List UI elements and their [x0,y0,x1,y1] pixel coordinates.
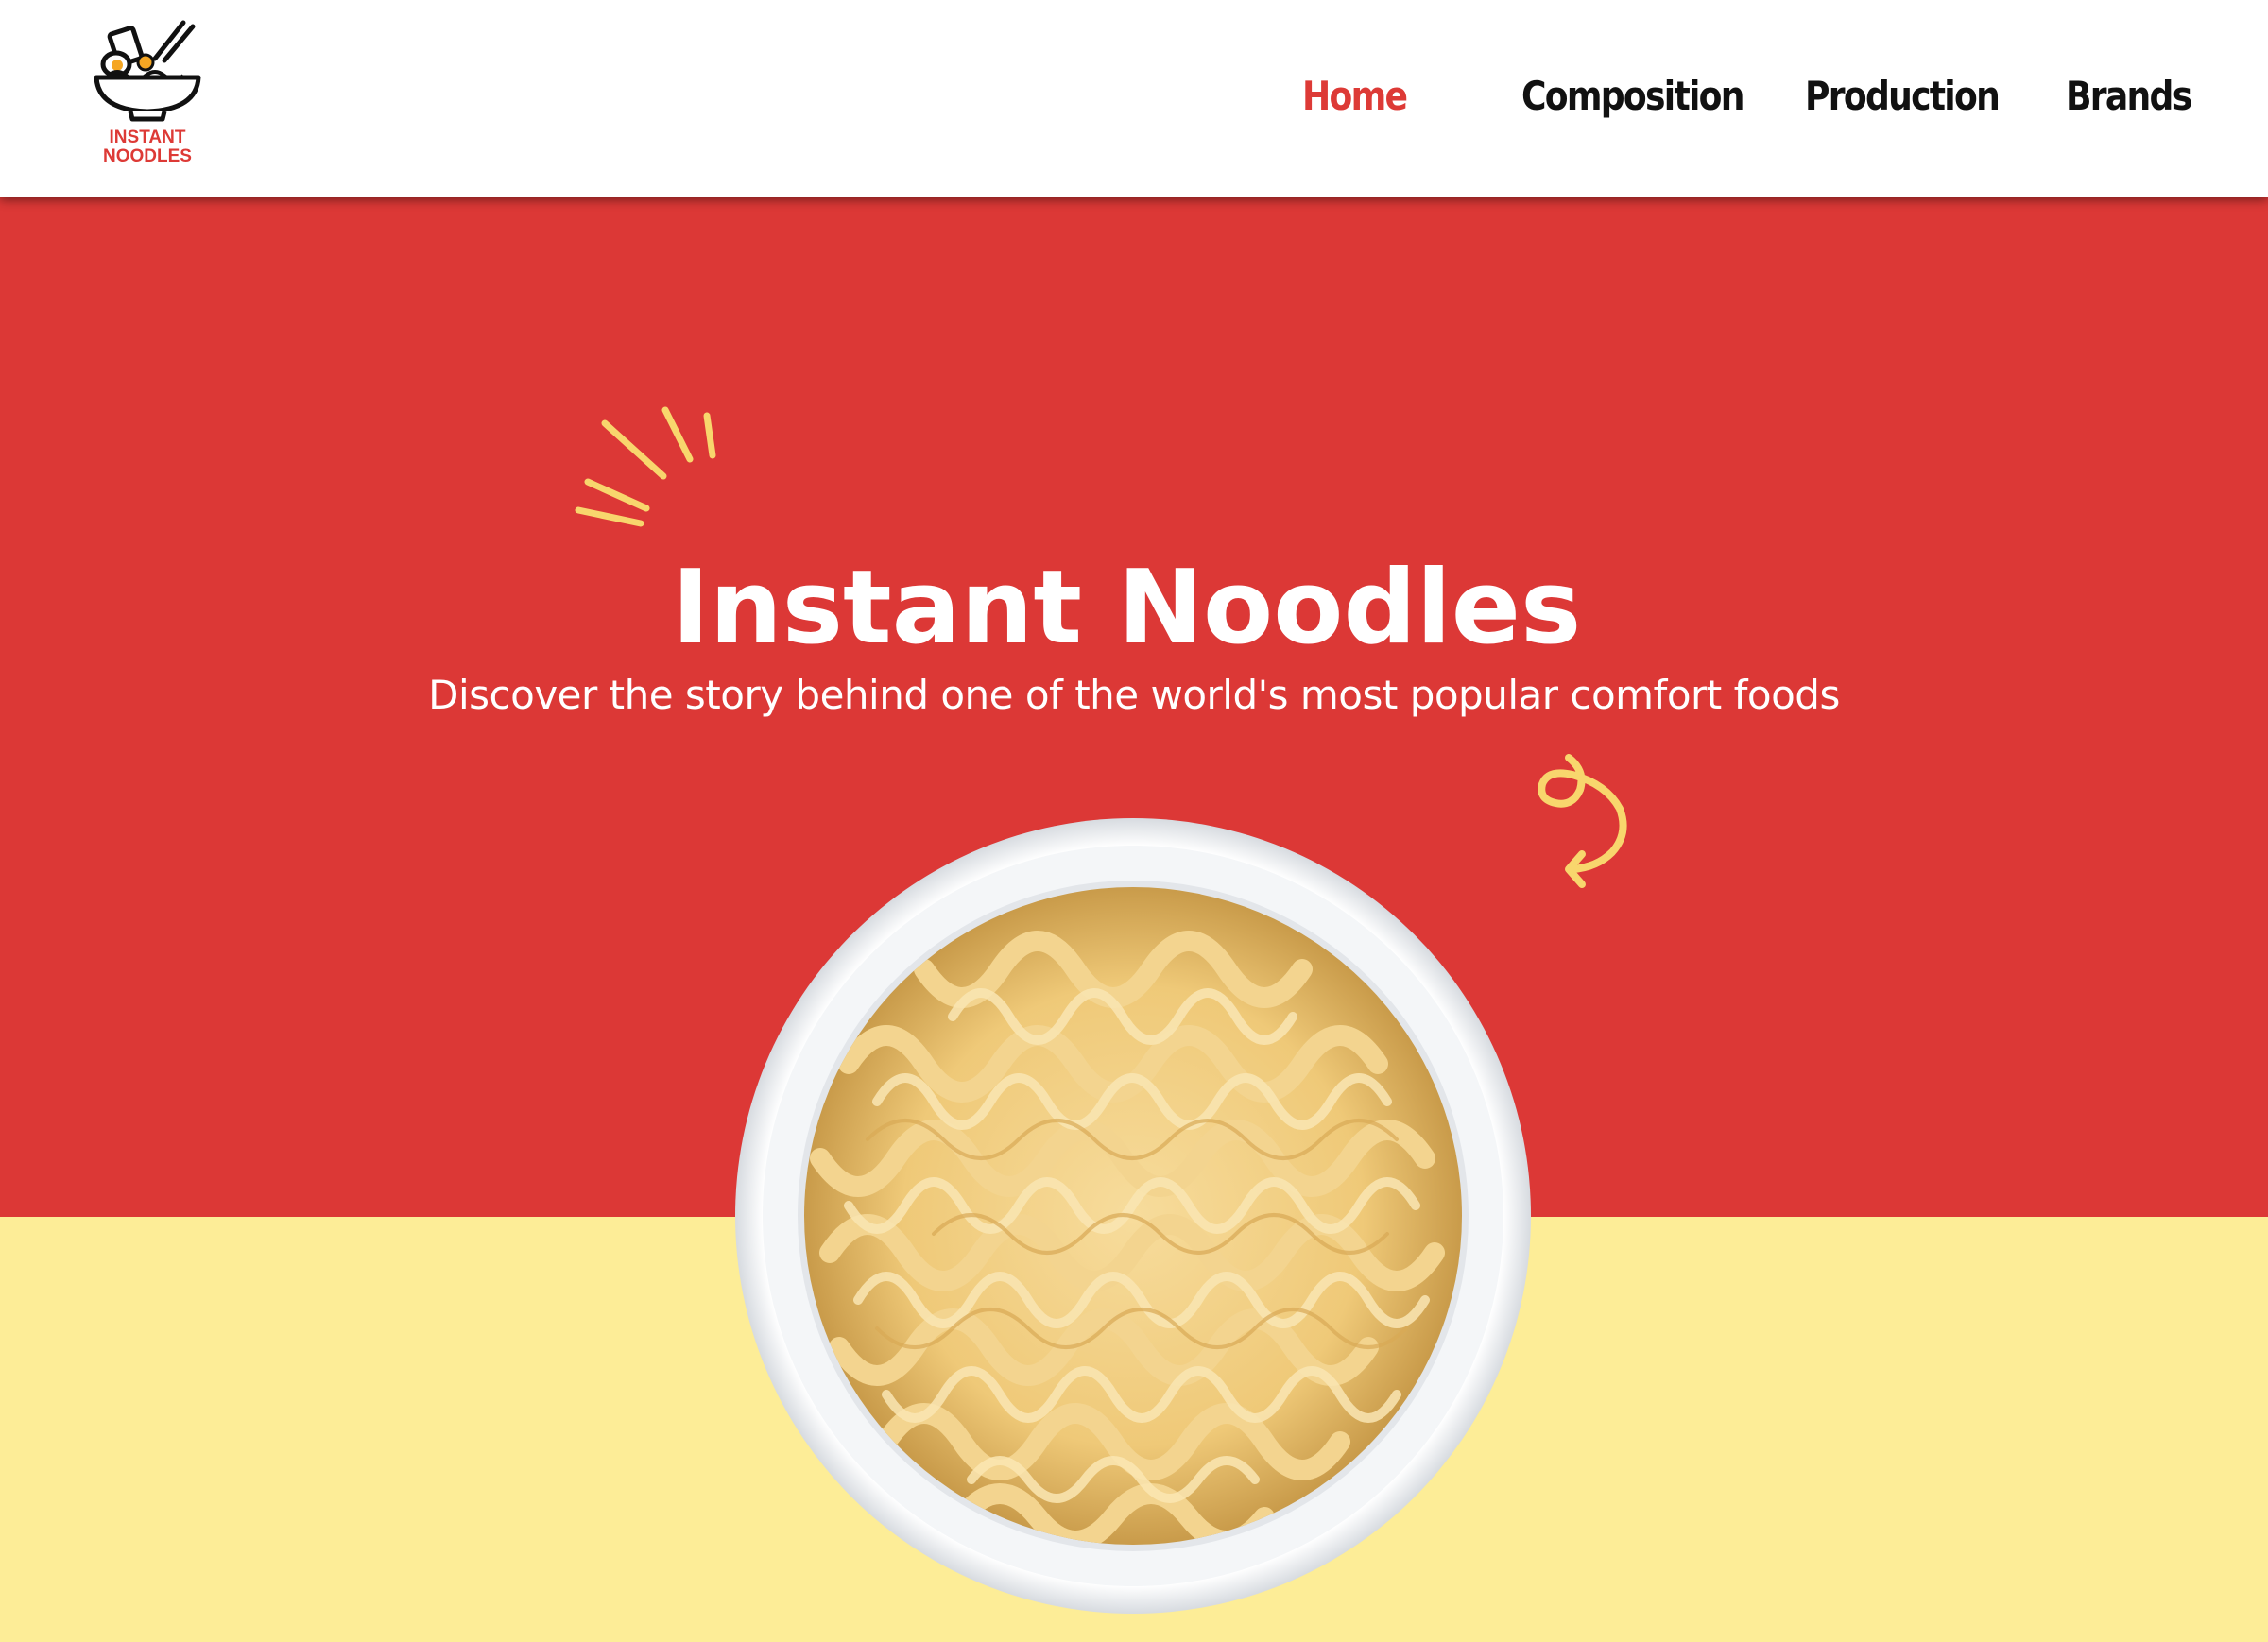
nav-home[interactable]: Home [1302,68,1408,125]
site-header: INSTANT NOODLES Home Composition Product… [0,0,2268,197]
hero-subtitle: Discover the story behind one of the wor… [428,672,1840,718]
noodle-bowl-photo [735,818,1531,1614]
hero-title: Instant Noodles [671,549,1582,668]
logo-line-2: NOODLES [103,146,192,166]
sparkle-rays-icon [575,406,716,527]
site-logo[interactable]: INSTANT NOODLES [91,17,204,178]
nav-production[interactable]: Production [1805,68,2001,125]
curly-arrow-icon [1538,754,1627,888]
nav-composition[interactable]: Composition [1521,68,1744,125]
noodle-bowl-icon [94,20,201,122]
logo-line-1: INSTANT [109,128,186,147]
nav-brands[interactable]: Brands [2066,68,2192,125]
logo-wordmark: INSTANT NOODLES [81,128,214,166]
